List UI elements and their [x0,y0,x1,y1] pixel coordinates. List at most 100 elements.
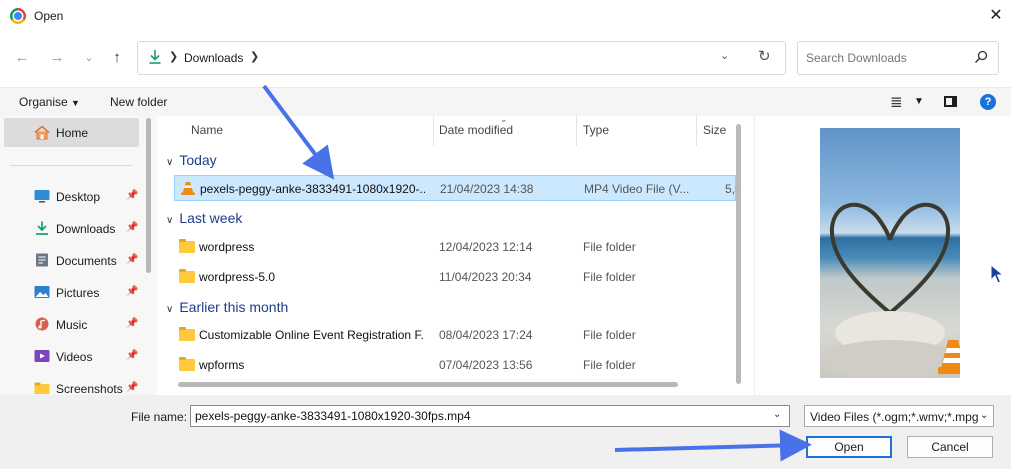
horizontal-scrollbar[interactable] [178,382,678,387]
sidebar-item-home[interactable]: Home [4,118,139,147]
chevron-down-icon[interactable]: ⌄ [720,49,729,62]
sidebar-item-label: Desktop [56,190,101,204]
file-name-input[interactable] [195,409,765,423]
sidebar-scrollbar[interactable] [146,118,151,273]
chevron-down-icon[interactable]: ∨ [166,304,173,315]
pin-icon[interactable]: 📌 [126,222,138,233]
chevron-down-icon[interactable]: ⌄ [773,409,781,420]
file-type: File folder [583,240,636,254]
file-type: File folder [583,358,636,372]
arrow-up-icon[interactable]: ↑ [106,48,128,68]
sort-chevron-icon: ⌄ [500,116,508,124]
column-header-type[interactable]: Type [583,123,609,137]
address-bar[interactable]: ❯ Downloads ❯ ⌄ ↻ [137,41,786,75]
column-header-date[interactable]: Date modified [439,123,513,137]
column-separator[interactable] [433,116,434,146]
group-header[interactable]: ∨ Today [166,152,217,168]
desktop-icon [34,190,50,203]
chevron-down-icon[interactable]: ∨ [166,215,173,226]
group-title: Last week [179,210,243,226]
sidebar-item-music[interactable]: Music 📌 [0,309,140,341]
breadcrumb-separator[interactable]: ❯ [169,50,178,63]
sidebar-item-documents[interactable]: Documents 📌 [0,245,140,277]
group-header[interactable]: ∨ Earlier this month [166,299,288,315]
file-name: wordpress [199,240,255,254]
file-row[interactable]: pexels-peggy-anke-3833491-1080x1920-... 2… [174,175,742,201]
column-header-name[interactable]: Name [191,123,223,137]
organise-button[interactable]: Organise ▼ [19,95,80,109]
chevron-down-icon[interactable]: ⌄ [78,48,100,68]
sidebar-item-desktop[interactable]: Desktop 📌 [0,181,140,213]
scrollbar-thumb[interactable] [736,124,741,384]
view-list-icon[interactable]: ≣ [890,93,903,111]
file-date: 07/04/2023 13:56 [439,358,533,372]
refresh-icon[interactable]: ↻ [758,47,771,65]
pin-icon[interactable]: 📌 [126,382,138,393]
sidebar-item-label: Videos [56,350,93,364]
file-type-select[interactable]: Video Files (*.ogm;*.wmv;*.mpg ⌄ [804,405,994,427]
file-row[interactable]: wordpress-5.0 11/04/2023 20:34 File folder [174,264,736,290]
vertical-scrollbar[interactable] [736,118,742,394]
file-name: pexels-peggy-anke-3833491-1080x1920-... [200,182,425,196]
group-header[interactable]: ∨ Last week [166,210,242,226]
folder-icon [34,382,50,394]
folder-icon [179,239,195,253]
pictures-icon [34,286,50,298]
sidebar-item-videos[interactable]: Videos 📌 [0,341,140,373]
file-list: Name Date modified ⌄ Type Size ∨ Today pex… [160,116,748,395]
sidebar-item-screenshots[interactable]: Screenshots 📌 [0,373,140,395]
file-date: 21/04/2023 14:38 [440,182,534,196]
window-title: Open [34,9,64,23]
pin-icon[interactable]: 📌 [126,254,138,265]
group-title: Earlier this month [179,299,289,315]
chevron-down-icon[interactable]: ▼ [914,96,924,107]
home-icon [34,125,50,140]
pin-icon[interactable]: 📌 [126,286,138,297]
title-bar: Open ✕ [0,0,1011,32]
chevron-down-icon[interactable]: ⌄ [980,410,988,421]
new-folder-button[interactable]: New folder [110,95,167,109]
breadcrumb-downloads[interactable]: Downloads [184,51,243,65]
search-box[interactable] [797,41,999,75]
file-type: MP4 Video File (V... [584,182,690,196]
pin-icon[interactable]: 📌 [126,350,138,361]
group-title: Today [179,152,217,168]
sidebar-item-label: Screenshots [56,382,123,395]
column-header-size[interactable]: Size [703,123,726,137]
video-thumbnail [820,128,960,378]
music-icon [35,317,49,331]
file-name-combobox[interactable]: ⌄ [190,405,790,427]
breadcrumb-separator[interactable]: ❯ [250,50,259,63]
cancel-button[interactable]: Cancel [907,436,993,458]
arrow-right-icon[interactable]: → [46,48,68,68]
pin-icon[interactable]: 📌 [126,318,138,329]
column-separator[interactable] [576,116,577,146]
vlc-icon [181,182,195,195]
search-icon[interactable] [974,50,988,64]
file-row[interactable]: wpforms 07/04/2023 13:56 File folder [174,352,736,378]
preview-pane-icon[interactable] [944,96,957,107]
document-icon [36,253,48,267]
sidebar-item-label: Documents [56,254,117,268]
chevron-down-icon[interactable]: ∨ [166,157,173,168]
open-button[interactable]: Open [806,436,892,458]
folder-icon [179,357,195,371]
dialog-footer: File name: ⌄ Video Files (*.ogm;*.wmv;*.… [0,395,1011,469]
column-separator[interactable] [696,116,697,146]
help-icon[interactable]: ? [980,94,996,110]
search-input[interactable] [806,50,966,66]
file-row[interactable]: Customizable Online Event Registration F… [174,322,736,348]
pin-icon[interactable]: 📌 [126,190,138,201]
close-icon[interactable]: ✕ [986,6,1006,26]
chrome-icon [10,8,26,24]
download-icon [36,221,48,235]
file-date: 11/04/2023 20:34 [439,270,532,284]
file-name-label: File name: [131,410,188,424]
file-name: Customizable Online Event Registration F… [199,328,424,342]
arrow-left-icon[interactable]: ← [11,48,33,68]
sidebar-item-downloads[interactable]: Downloads 📌 [0,213,140,245]
file-row[interactable]: wordpress 12/04/2023 12:14 File folder [174,234,736,260]
mouse-cursor-icon [990,264,1004,284]
file-type-value: Video Files (*.ogm;*.wmv;*.mpg [810,410,978,424]
sidebar-item-pictures[interactable]: Pictures 📌 [0,277,140,309]
